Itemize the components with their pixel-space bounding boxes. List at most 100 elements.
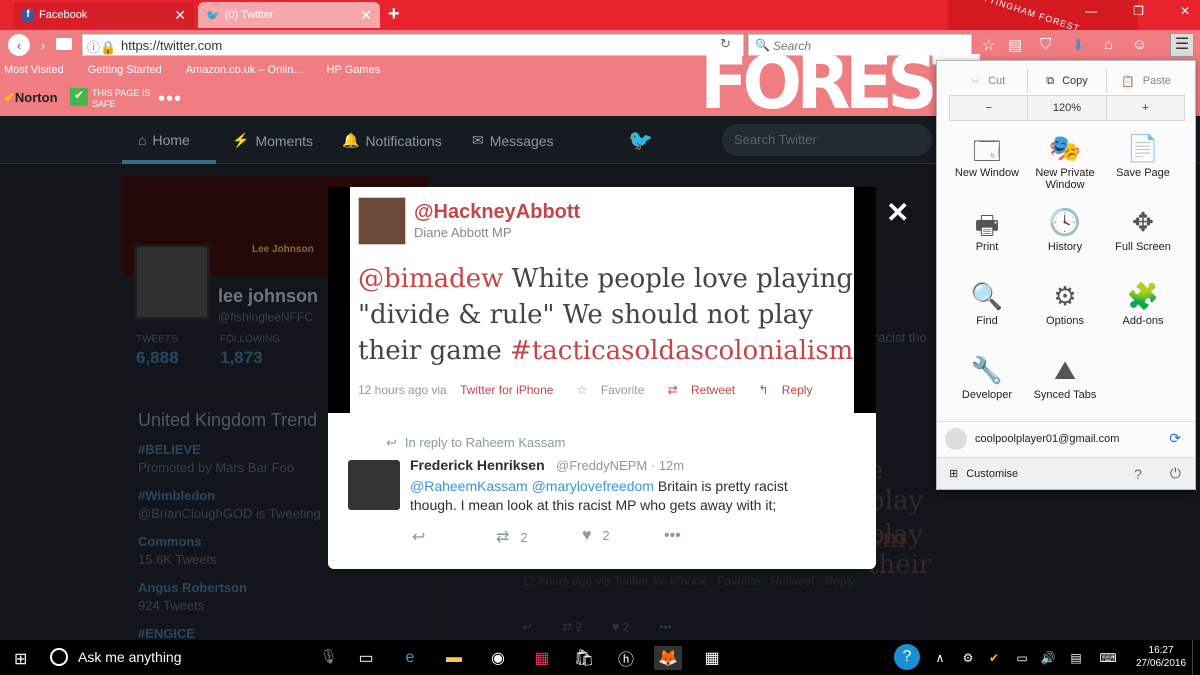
pocket-icon[interactable]: ⛉ — [1040, 36, 1051, 53]
twitter-search-input[interactable]: Search Twitter — [722, 124, 932, 156]
nav-messages[interactable]: ✉ Messages — [472, 132, 554, 149]
like-button[interactable]: ♥ 2 — [582, 527, 610, 545]
firefox-icon[interactable]: 🦊 — [654, 646, 682, 670]
microphone-icon[interactable]: 🎙 — [320, 648, 338, 665]
volume-icon[interactable]: 🔊 — [1034, 646, 1062, 670]
lightning-icon: ⚡ — [232, 132, 250, 148]
copy-icon: ⧉ — [1046, 74, 1055, 87]
edge-icon[interactable]: e — [396, 646, 424, 670]
windows-start-icon[interactable]: ⊞ — [14, 649, 27, 669]
file-explorer-icon[interactable]: ▬ — [440, 646, 468, 670]
forward-button[interactable]: › — [32, 34, 54, 56]
bookmark-hp-games[interactable]: HP Games — [327, 64, 381, 84]
menu-options[interactable]: ⚙ Options — [1025, 281, 1105, 327]
task-view-icon[interactable]: ▭ — [352, 646, 380, 670]
menu-history[interactable]: 🕓 History — [1025, 207, 1105, 253]
more-icon[interactable]: ••• — [664, 527, 681, 545]
store-icon[interactable]: 🛍 — [570, 646, 598, 670]
menu-synced-tabs[interactable]: ⛰ Synced Tabs — [1025, 355, 1105, 401]
keyboard-icon[interactable]: ⌨ — [1094, 646, 1122, 670]
home-icon[interactable]: ⌂ — [1104, 36, 1113, 53]
mention-link[interactable]: @marylovefreedom — [532, 478, 654, 494]
new-tab-button[interactable]: + — [388, 3, 400, 26]
help-icon[interactable]: ? — [894, 644, 920, 670]
close-window-icon[interactable]: ✕ — [1180, 4, 1190, 18]
menu-full-screen[interactable]: ✥ Full Screen — [1103, 207, 1183, 253]
close-tab-icon[interactable]: ✕ — [360, 7, 372, 24]
twitter-logo-icon[interactable]: 🐦 — [628, 128, 653, 153]
menu-print[interactable]: 🖶 Print — [947, 207, 1027, 253]
in-reply-to[interactable]: ↩ In reply to Raheem Kassam — [386, 435, 565, 451]
more-icon[interactable]: ••• — [158, 88, 182, 111]
mention-link[interactable]: @RaheemKassam — [410, 478, 528, 494]
power-icon[interactable]: ⏻ — [1170, 465, 1181, 482]
cut-button[interactable]: ✂ Cut — [949, 69, 1028, 93]
menu-new-window[interactable]: 🗔 New Window — [947, 133, 1027, 179]
author-handle[interactable]: @FreddyNEPM · 12m — [556, 458, 684, 473]
battery-icon[interactable]: ▭ — [1008, 646, 1036, 670]
maximize-icon[interactable]: ❐ — [1133, 4, 1144, 18]
bookmark-most-visited[interactable]: Most Visited — [4, 64, 64, 84]
safe-status[interactable]: THIS PAGE IS SAFE — [92, 88, 150, 110]
synced-tabs-icon: ⛰ — [1054, 355, 1076, 385]
window-controls: — ❐ ✕ — [1085, 4, 1190, 18]
nav-home[interactable]: ⌂ Home — [138, 132, 190, 148]
help-icon[interactable]: ? — [1134, 466, 1142, 482]
cortana-search[interactable]: Ask me anything — [50, 648, 182, 666]
nav-moments[interactable]: ⚡ Moments — [232, 132, 313, 149]
notification-icon[interactable]: ▤ — [1062, 646, 1090, 670]
star-icon: ☆ — [576, 383, 588, 397]
zoom-out-button[interactable]: − — [950, 96, 1029, 120]
clock[interactable]: 16:27 27/06/2016 — [1136, 644, 1186, 670]
nav-notifications[interactable]: 🔔 Notifications — [342, 132, 442, 149]
tweet-screenshot-image[interactable]: @HackneyAbbott Diane Abbott MP @bimadew … — [350, 187, 854, 413]
minimize-icon[interactable]: — — [1085, 4, 1097, 18]
url-bar[interactable]: ⓘ🔒 https://twitter.com — [82, 34, 744, 56]
zoom-in-button[interactable]: + — [1107, 96, 1184, 120]
menu-find[interactable]: 🔍 Find — [947, 281, 1027, 327]
back-button[interactable]: ‹ — [8, 34, 30, 56]
sidebar-icon[interactable] — [56, 38, 72, 50]
bookmark-star-icon[interactable]: ☆ — [982, 36, 995, 54]
close-modal-icon[interactable]: ✕ — [886, 196, 909, 229]
bookmark-amazon[interactable]: Amazon.co.uk – Onlin... — [186, 64, 303, 84]
sync-account[interactable]: coolpoolplayer01@gmail.com ⟳ — [937, 421, 1195, 455]
author-name[interactable]: Frederick Henriksen — [410, 457, 545, 473]
show-desktop-button[interactable] — [1192, 640, 1198, 675]
close-tab-icon[interactable]: ✕ — [174, 7, 186, 24]
smiley-icon[interactable]: ☺ — [1132, 36, 1147, 53]
paste-label: Paste — [1142, 75, 1171, 87]
reply-tweet: ↩ In reply to Raheem Kassam Frederick Hen… — [328, 413, 876, 569]
calendar-icon[interactable]: ▦ — [698, 646, 726, 670]
show-hidden-icons[interactable]: ∧ — [926, 646, 954, 670]
tab-facebook[interactable]: f Facebook ✕ — [14, 2, 194, 28]
app-icon[interactable]: ▦ — [528, 646, 556, 670]
firefox-menu-panel: ✂ Cut ⧉ Copy 📋 Paste − 120% + 🗔 New Window 🎭… — [936, 60, 1196, 490]
norton-logo[interactable]: ✔Norton — [4, 90, 58, 106]
menu-label: New Private Window — [1035, 167, 1095, 191]
reply-icon[interactable]: ↩ — [412, 527, 425, 547]
menu-developer[interactable]: 🔧 Developer — [947, 355, 1027, 401]
like-count: 2 — [602, 528, 610, 543]
tray-icon[interactable]: ⚙ — [954, 646, 982, 670]
info-icon[interactable]: ⓘ🔒 — [87, 37, 116, 56]
menu-hamburger-icon[interactable]: ☰ — [1170, 33, 1194, 57]
customise-button[interactable]: ⊞ Customise ? ⏻ — [937, 457, 1195, 489]
sync-icon[interactable]: ⟳ — [1169, 430, 1181, 447]
chrome-icon[interactable]: ◉ — [484, 646, 512, 670]
copy-button[interactable]: ⧉ Copy — [1028, 69, 1107, 93]
paste-button[interactable]: 📋 Paste — [1107, 69, 1185, 93]
norton-tray-icon[interactable]: ✔ — [980, 646, 1008, 670]
menu-save-page[interactable]: 📄 Save Page — [1103, 133, 1183, 179]
fullscreen-icon: ✥ — [1132, 207, 1154, 237]
tab-twitter[interactable]: 🐦 (0) Twitter ✕ — [198, 2, 380, 28]
bookmark-getting-started[interactable]: Getting Started — [88, 64, 162, 84]
hp-icon[interactable]: ⓗ — [612, 646, 640, 670]
download-icon[interactable]: ⬇ — [1072, 36, 1085, 54]
reading-list-icon[interactable]: ▤ — [1008, 36, 1022, 54]
zoom-reset-button[interactable]: 120% — [1028, 96, 1107, 120]
menu-addons[interactable]: 🧩 Add-ons — [1103, 281, 1183, 327]
menu-new-private-window[interactable]: 🎭 New Private Window — [1025, 133, 1105, 191]
retweet-button[interactable]: ⇄ 2 — [496, 527, 527, 547]
avatar[interactable] — [348, 460, 400, 510]
